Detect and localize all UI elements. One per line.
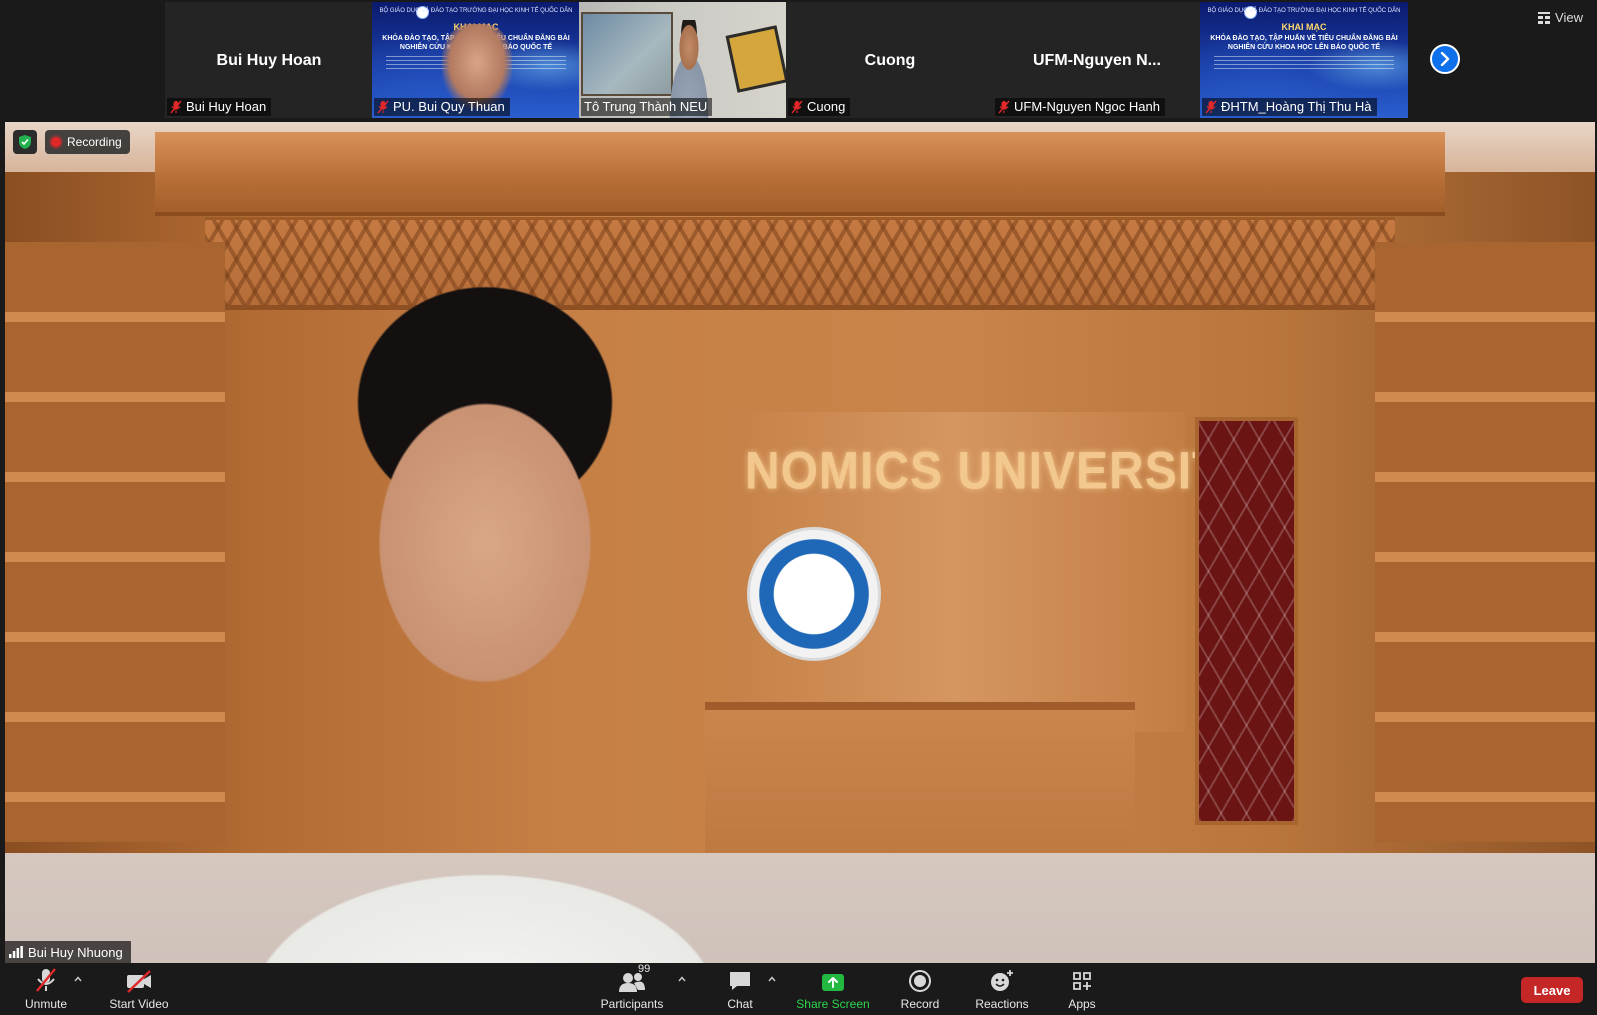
participants-button[interactable]: 99 Participants bbox=[596, 963, 668, 1015]
next-page-button[interactable] bbox=[1430, 44, 1460, 74]
participant-name: UFM-Nguyen Ngoc Hanh bbox=[1014, 99, 1160, 114]
participant-big-name: UFM-Nguyen N... bbox=[1033, 52, 1161, 69]
apps-icon bbox=[1073, 972, 1091, 990]
banner-title: KHÓA ĐÀO TẠO, TẬP HUẤN VỀ TIÊU CHUẨN ĐĂN… bbox=[1210, 35, 1398, 51]
participants-label: Participants bbox=[600, 997, 664, 1011]
participants-options-caret[interactable] bbox=[676, 973, 688, 985]
view-button[interactable]: View bbox=[1538, 10, 1583, 25]
wall-frame bbox=[725, 25, 787, 93]
participant-tile[interactable]: UFM-Nguyen N... UFM-Nguyen Ngoc Hanh bbox=[993, 2, 1201, 118]
meeting-toolbar: Unmute Start Video 99 Participants Chat … bbox=[0, 963, 1597, 1015]
chevron-right-icon bbox=[1440, 52, 1450, 66]
speaker-name-label: Bui Huy Nhuong bbox=[5, 941, 131, 963]
audio-options-caret[interactable] bbox=[72, 973, 84, 985]
view-label: View bbox=[1555, 10, 1583, 25]
reactions-icon bbox=[991, 970, 1013, 991]
speaker-person bbox=[125, 232, 845, 963]
participant-label: Cuong bbox=[788, 98, 851, 116]
chevron-up-icon bbox=[74, 976, 82, 982]
banner-fine-print bbox=[1214, 56, 1394, 70]
participant-tile[interactable]: BỘ GIÁO DỤC VÀ ĐÀO TẠO TRƯỜNG ĐẠI HỌC KI… bbox=[1200, 2, 1408, 118]
unmute-button[interactable]: Unmute bbox=[22, 965, 70, 1015]
mic-muted-icon bbox=[36, 968, 56, 992]
participant-label: Tô Trung Thành NEU bbox=[581, 98, 713, 116]
mic-muted-icon bbox=[377, 100, 389, 114]
unmute-label: Unmute bbox=[24, 997, 68, 1011]
chat-label: Chat bbox=[727, 997, 753, 1011]
participant-label: UFM-Nguyen Ngoc Hanh bbox=[995, 98, 1165, 116]
reactions-label: Reactions bbox=[975, 997, 1029, 1011]
share-screen-button[interactable]: Share Screen bbox=[796, 965, 870, 1015]
start-video-button[interactable]: Start Video bbox=[104, 965, 174, 1015]
participant-big-name: Cuong bbox=[864, 52, 916, 69]
lattice-panel bbox=[1195, 417, 1298, 825]
chevron-up-icon bbox=[768, 976, 776, 982]
participant-label: Bui Huy Hoan bbox=[167, 98, 272, 116]
mic-muted-icon bbox=[1205, 100, 1217, 114]
bookshelf-right bbox=[1375, 242, 1595, 842]
chat-button[interactable]: Chat bbox=[718, 965, 762, 1015]
signal-strength-icon bbox=[9, 946, 23, 958]
participant-name: Cuong bbox=[807, 99, 846, 114]
start-video-label: Start Video bbox=[109, 997, 169, 1011]
video-off-icon bbox=[127, 970, 151, 993]
recording-dot-icon bbox=[51, 137, 61, 147]
participants-count: 99 bbox=[638, 963, 651, 975]
participant-name: Bui Huy Hoan bbox=[186, 99, 267, 114]
participant-name: ĐHTM_Hoàng Thị Thu Hà bbox=[1221, 99, 1372, 114]
recording-indicator[interactable]: Recording bbox=[45, 130, 130, 154]
wood-cornice bbox=[155, 132, 1445, 216]
recording-label: Recording bbox=[67, 135, 122, 149]
mic-muted-icon bbox=[170, 100, 182, 114]
mic-muted-icon bbox=[791, 100, 803, 114]
banner-heading: KHAI MẠC bbox=[1281, 22, 1327, 32]
speaker-name: Bui Huy Nhuong bbox=[28, 944, 123, 960]
participant-label: ĐHTM_Hoàng Thị Thu Hà bbox=[1202, 98, 1377, 116]
participant-big-name: Bui Huy Hoan bbox=[216, 52, 322, 69]
record-label: Record bbox=[900, 997, 940, 1011]
record-icon bbox=[909, 970, 931, 992]
chat-options-caret[interactable] bbox=[766, 973, 778, 985]
participant-label: PU. Bui Quy Thuan bbox=[374, 98, 510, 116]
chevron-up-icon bbox=[678, 976, 686, 982]
participant-face bbox=[442, 24, 512, 109]
record-button[interactable]: Record bbox=[896, 965, 944, 1015]
participant-tile[interactable]: BỘ GIÁO DỤC VÀ ĐÀO TẠO TRƯỜNG ĐẠI HỌC KI… bbox=[372, 2, 580, 118]
share-screen-icon bbox=[822, 974, 844, 991]
security-shield-icon[interactable] bbox=[13, 130, 37, 154]
reactions-button[interactable]: Reactions bbox=[972, 965, 1032, 1015]
chat-icon bbox=[730, 972, 750, 990]
participant-tile[interactable]: Bui Huy Hoan Bui Huy Hoan bbox=[165, 2, 373, 118]
participant-strip: Bui Huy Hoan Bui Huy Hoan BỘ GIÁO DỤC VÀ… bbox=[0, 0, 1597, 121]
banner-top-text: BỘ GIÁO DỤC VÀ ĐÀO TẠO TRƯỜNG ĐẠI HỌC KI… bbox=[1207, 8, 1401, 14]
mic-muted-icon bbox=[998, 100, 1010, 114]
banner-top-text: BỘ GIÁO DỤC VÀ ĐÀO TẠO TRƯỜNG ĐẠI HỌC KI… bbox=[379, 8, 573, 14]
participant-tile[interactable]: Tô Trung Thành NEU bbox=[579, 2, 787, 118]
participant-name: PU. Bui Quy Thuan bbox=[393, 99, 505, 114]
apps-label: Apps bbox=[1068, 997, 1096, 1011]
participant-tile[interactable]: Cuong Cuong bbox=[786, 2, 994, 118]
participant-name: Tô Trung Thành NEU bbox=[584, 99, 708, 114]
active-speaker-video: NOMICS UNIVERSITY Recording Bui Huy Nhuo… bbox=[5, 122, 1595, 963]
grid-view-icon bbox=[1538, 11, 1551, 24]
share-screen-label: Share Screen bbox=[796, 997, 870, 1011]
leave-button[interactable]: Leave bbox=[1521, 977, 1583, 1003]
apps-button[interactable]: Apps bbox=[1060, 965, 1104, 1015]
